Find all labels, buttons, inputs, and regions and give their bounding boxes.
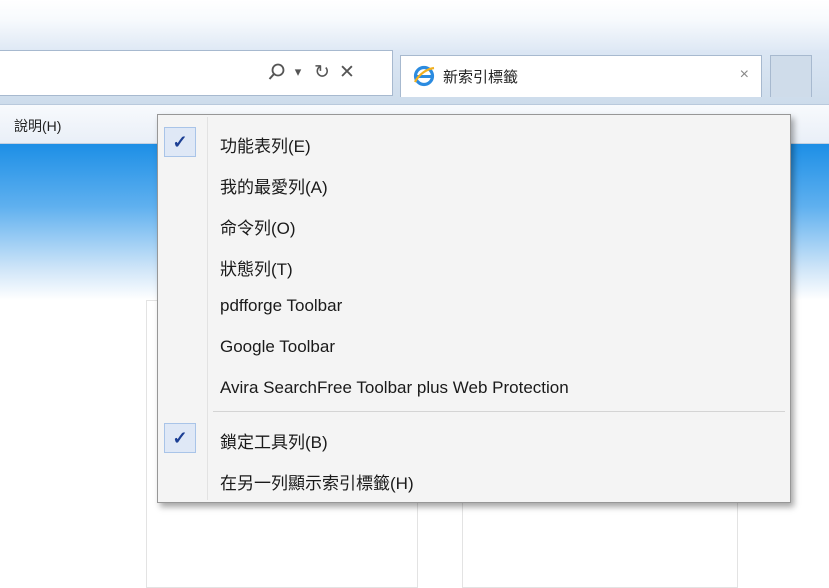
- tab-title: 新索引標籤: [443, 69, 519, 86]
- toolbar-context-menu: ✓ 功能表列(E) 我的最愛列(A) 命令列(O) 狀態列(T) pdfforg…: [157, 114, 791, 503]
- menu-item-label: Google Toolbar: [220, 337, 335, 356]
- refresh-icon[interactable]: ↻: [310, 50, 334, 94]
- check-icon: ✓: [164, 423, 196, 453]
- search-dropdown-icon[interactable]: ▾: [290, 50, 306, 94]
- menu-help[interactable]: 說明(H): [14, 116, 61, 136]
- menu-item-label: 我的最愛列(A): [220, 178, 328, 197]
- window-titlebar: [0, 0, 829, 50]
- menu-item-label: 鎖定工具列(B): [220, 433, 328, 452]
- address-toolbar: ▾ ↻ ✕ 新索引標籤 ×: [0, 50, 829, 105]
- menu-item-google-toolbar[interactable]: Google Toolbar: [160, 328, 786, 366]
- ie-icon: [413, 65, 435, 87]
- menu-item-tabs-separate-row[interactable]: 在另一列顯示索引標籤(H): [160, 460, 786, 498]
- menu-item-status-bar[interactable]: 狀態列(T): [160, 246, 786, 284]
- menu-item-label: pdfforge Toolbar: [220, 296, 343, 315]
- tab-close-icon[interactable]: ×: [740, 66, 749, 84]
- new-tab-button[interactable]: [770, 55, 812, 97]
- menu-separator: [213, 411, 785, 412]
- menu-item-favorites-bar[interactable]: 我的最愛列(A): [160, 164, 786, 202]
- stop-icon[interactable]: ✕: [335, 50, 359, 94]
- menu-item-command-bar[interactable]: 命令列(O): [160, 205, 786, 243]
- menu-item-label: 命令列(O): [220, 219, 296, 238]
- tab-new-tab[interactable]: 新索引標籤 ×: [400, 55, 762, 97]
- menu-item-label: Avira SearchFree Toolbar plus Web Protec…: [220, 378, 569, 397]
- search-icon[interactable]: [266, 50, 288, 94]
- menu-item-lock-toolbars[interactable]: ✓ 鎖定工具列(B): [160, 419, 786, 457]
- check-icon: ✓: [164, 127, 196, 157]
- menu-item-avira-toolbar[interactable]: Avira SearchFree Toolbar plus Web Protec…: [160, 369, 786, 407]
- menu-item-label: 在另一列顯示索引標籤(H): [220, 474, 414, 493]
- menu-item-label: 狀態列(T): [220, 260, 293, 279]
- menu-item-label: 功能表列(E): [220, 137, 311, 156]
- menu-item-pdfforge-toolbar[interactable]: pdfforge Toolbar: [160, 287, 786, 325]
- menu-item-menu-bar[interactable]: ✓ 功能表列(E): [160, 123, 786, 161]
